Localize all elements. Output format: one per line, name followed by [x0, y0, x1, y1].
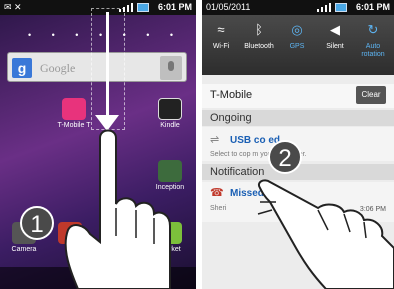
quick-settings-bar: ≈ Wi-Fi ᛒ Bluetooth ◎ GPS ◀ Silent ↻ Aut…: [202, 15, 394, 75]
rotate-icon: ↻: [367, 22, 379, 37]
hand-tap-icon: [257, 179, 394, 289]
clear-button[interactable]: Clear: [356, 86, 386, 104]
notification-icons: ✉ ✕: [4, 2, 22, 12]
home-screen: ✉ ✕ 6:01 PM • • • • • • • g Google T-Mob…: [0, 0, 196, 289]
status-time: 6:01 PM: [355, 2, 390, 12]
hand-pointer-icon: [64, 129, 171, 289]
status-date: 01/05/2011: [206, 2, 251, 12]
toggle-gps[interactable]: ◎ GPS: [278, 21, 316, 51]
toggle-auto-rotation[interactable]: ↻ Auto rotation: [354, 21, 392, 59]
wifi-icon: ≈: [217, 22, 225, 37]
ongoing-header-label: Ongoing: [210, 112, 252, 124]
toggle-label: Auto rotation: [361, 43, 385, 58]
microphone-icon[interactable]: [160, 56, 182, 80]
app-label: Camera: [11, 246, 37, 253]
battery-icon: [335, 3, 347, 12]
kindle-icon: [158, 98, 182, 120]
missed-call-icon: ☎: [210, 187, 224, 199]
drag-down-arrow: [106, 12, 109, 120]
status-time: 6:01 PM: [157, 2, 192, 12]
toggle-label: Bluetooth: [244, 43, 274, 50]
app-kindle[interactable]: Kindle: [148, 98, 192, 129]
toggle-wifi[interactable]: ≈ Wi-Fi: [202, 21, 240, 51]
google-logo-icon: g: [12, 58, 32, 78]
bluetooth-icon: ᛒ: [255, 22, 263, 37]
toggle-silent[interactable]: ◀ Silent: [316, 21, 354, 51]
carrier-row: T-Mobile Clear: [202, 84, 394, 108]
sound-icon: ◀: [330, 22, 340, 37]
signal-icon: [317, 3, 331, 12]
missed-call-caller: Sheri: [210, 205, 227, 212]
toggle-label: GPS: [289, 43, 305, 50]
tmobile-tv-icon: [62, 98, 86, 120]
ongoing-header: Ongoing: [202, 110, 394, 126]
usb-icon: ⇌: [210, 134, 220, 146]
notifications-header-label: Notification: [210, 166, 265, 178]
battery-icon: [137, 3, 149, 12]
gps-icon: ◎: [291, 22, 303, 37]
toggle-label: Silent: [326, 43, 344, 50]
search-placeholder: Google: [40, 61, 76, 75]
notification-panel-screen: 01/05/2011 6:01 PM ≈ Wi-Fi ᛒ Bluetooth ◎…: [202, 0, 394, 289]
toggle-bluetooth[interactable]: ᛒ Bluetooth: [240, 21, 278, 51]
step-two-badge: 2: [268, 140, 302, 174]
step-one-badge: 1: [20, 206, 54, 240]
app-tmobile[interactable]: T-Mobile T: [52, 98, 96, 129]
toggle-label: Wi-Fi: [212, 43, 230, 50]
carrier-name: T-Mobile: [210, 89, 253, 101]
status-bar[interactable]: 01/05/2011 6:01 PM: [202, 0, 394, 15]
